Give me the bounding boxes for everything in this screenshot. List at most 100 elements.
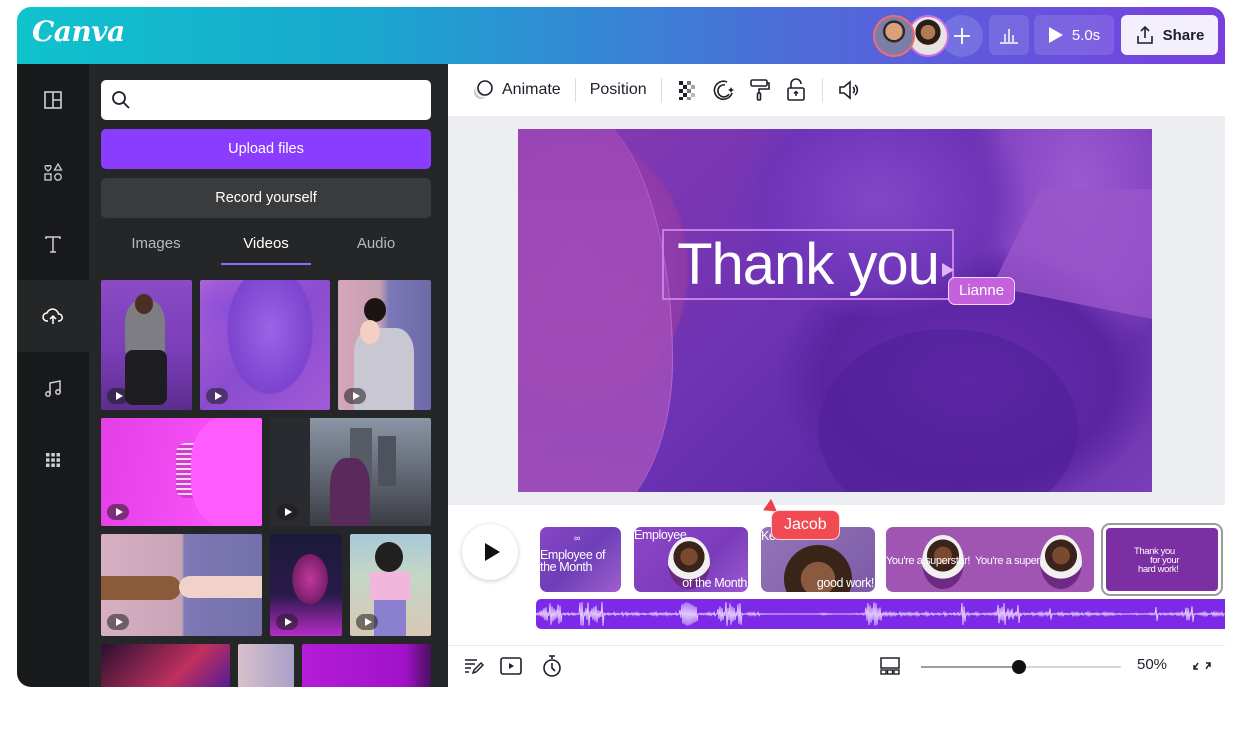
waveform-path <box>536 602 1225 626</box>
bar-chart-icon <box>1000 29 1018 44</box>
rail-item-text[interactable] <box>17 208 89 280</box>
timeline-clip-selected[interactable]: Thank you for your hard work! <box>1103 525 1221 594</box>
shapes-icon <box>44 162 63 181</box>
play-badge-icon <box>276 614 298 630</box>
uploads-panel: Upload files Record yourself Images Vide… <box>89 64 448 687</box>
timer-button[interactable] <box>538 652 566 680</box>
collaborator-avatar[interactable] <box>873 15 915 57</box>
top-bar: Canva 5.0s Share <box>17 7 1225 64</box>
selected-text-box[interactable]: Thank you <box>662 229 954 300</box>
search-input[interactable] <box>139 80 431 120</box>
lock-button[interactable] <box>778 72 814 108</box>
fullscreen-button[interactable] <box>1188 652 1216 680</box>
magic-animate-button[interactable] <box>706 72 742 108</box>
bottom-bar: 50% <box>448 645 1225 687</box>
unlock-icon <box>786 78 805 101</box>
timeline-clip[interactable]: ∞ Employee of the Month <box>540 527 621 592</box>
grid-icon <box>46 453 60 467</box>
fullscreen-icon <box>1193 662 1211 670</box>
play-icon <box>1048 27 1063 43</box>
clip-portrait <box>1040 535 1082 589</box>
search-icon <box>112 91 130 109</box>
animate-button[interactable]: Animate <box>466 72 567 108</box>
play-badge-icon <box>107 614 129 630</box>
zoom-slider[interactable] <box>921 660 1121 674</box>
search-box[interactable] <box>101 80 431 120</box>
tab-images[interactable]: Images <box>101 227 211 265</box>
play-badge-icon <box>107 388 129 404</box>
clip-title: Employee of the Month <box>540 548 606 574</box>
rail-item-design[interactable] <box>17 64 89 136</box>
timeline-play-button[interactable] <box>462 524 518 580</box>
present-icon <box>500 657 522 675</box>
clip-logo: ∞ <box>574 533 581 543</box>
tab-audio[interactable]: Audio <box>321 227 431 265</box>
video-thumbnail[interactable] <box>350 534 431 636</box>
toolbar-divider <box>821 78 823 102</box>
plus-icon <box>954 28 970 44</box>
rail-item-audio[interactable] <box>17 352 89 424</box>
transparency-button[interactable] <box>670 72 706 108</box>
magic-animate-icon <box>713 80 734 101</box>
zoom-slider-thumb[interactable] <box>1012 660 1026 674</box>
notes-icon <box>465 659 485 675</box>
copy-style-button[interactable] <box>742 72 778 108</box>
collaborator-cursor-icon <box>942 263 954 277</box>
side-nav-rail <box>17 64 89 687</box>
rail-item-elements[interactable] <box>17 136 89 208</box>
video-thumbnail[interactable] <box>101 280 192 410</box>
tab-videos[interactable]: Videos <box>211 227 321 265</box>
video-thumbnail[interactable] <box>270 418 431 526</box>
canva-logo[interactable]: Canva <box>32 15 125 48</box>
text-icon <box>45 236 61 253</box>
grid-view-button[interactable] <box>876 652 904 680</box>
music-note-icon <box>45 380 61 397</box>
cloud-upload-icon <box>42 308 63 324</box>
animate-icon <box>474 80 493 99</box>
video-thumbnail[interactable] <box>270 534 342 636</box>
share-icon <box>1136 25 1153 44</box>
volume-button[interactable] <box>831 72 867 108</box>
rail-item-uploads[interactable] <box>17 280 89 352</box>
canva-editor: Canva 5.0s Share Upload files Record you… <box>17 7 1225 687</box>
rail-item-apps[interactable] <box>17 424 89 496</box>
play-preview-button[interactable]: 5.0s <box>1034 15 1114 55</box>
upload-files-button[interactable]: Upload files <box>101 129 431 169</box>
present-button[interactable] <box>497 652 525 680</box>
timeline-clip[interactable]: Employee of the Month <box>634 527 748 592</box>
video-thumbnail[interactable] <box>101 534 262 636</box>
timeline-clip[interactable]: You're a superstar! You're a super <box>886 527 1094 592</box>
clip-text: You're a superstar! You're a super <box>886 555 1040 567</box>
record-yourself-button[interactable]: Record yourself <box>101 178 431 218</box>
video-thumbnail[interactable] <box>302 644 431 687</box>
zoom-slider-fill <box>921 666 1019 668</box>
video-thumbnail[interactable] <box>101 418 262 526</box>
toolbar-divider <box>574 78 576 102</box>
layout-icon <box>44 91 62 109</box>
paint-roller-icon <box>749 79 770 101</box>
video-thumbnail[interactable] <box>101 644 230 687</box>
share-label: Share <box>1162 26 1205 44</box>
context-toolbar: Animate Position <box>448 64 1225 116</box>
grid-view-icon <box>880 657 900 675</box>
audio-track[interactable] <box>536 599 1225 629</box>
duration-label: 5.0s <box>1071 26 1101 44</box>
video-thumbnail[interactable] <box>338 280 431 410</box>
position-button[interactable]: Position <box>584 72 653 108</box>
share-button[interactable]: Share <box>1121 15 1218 55</box>
background-shape <box>818 329 1078 492</box>
insights-button[interactable] <box>989 15 1029 55</box>
play-badge-icon <box>107 504 129 520</box>
canvas-heading-text[interactable]: Thank you <box>677 231 940 298</box>
design-canvas[interactable]: Thank you Lianne <box>518 129 1152 492</box>
background-shape <box>992 189 1152 319</box>
video-thumbnail[interactable] <box>238 644 294 687</box>
collaborators <box>873 14 983 58</box>
clip-title-bottom: good work! <box>816 576 875 590</box>
clip-title-bottom: of the Month <box>682 576 747 590</box>
video-thumbnail[interactable] <box>200 280 330 410</box>
zoom-percent-label[interactable]: 50% <box>1137 656 1167 673</box>
play-badge-icon <box>356 614 378 630</box>
notes-button[interactable] <box>460 652 488 680</box>
timer-icon <box>543 655 561 677</box>
